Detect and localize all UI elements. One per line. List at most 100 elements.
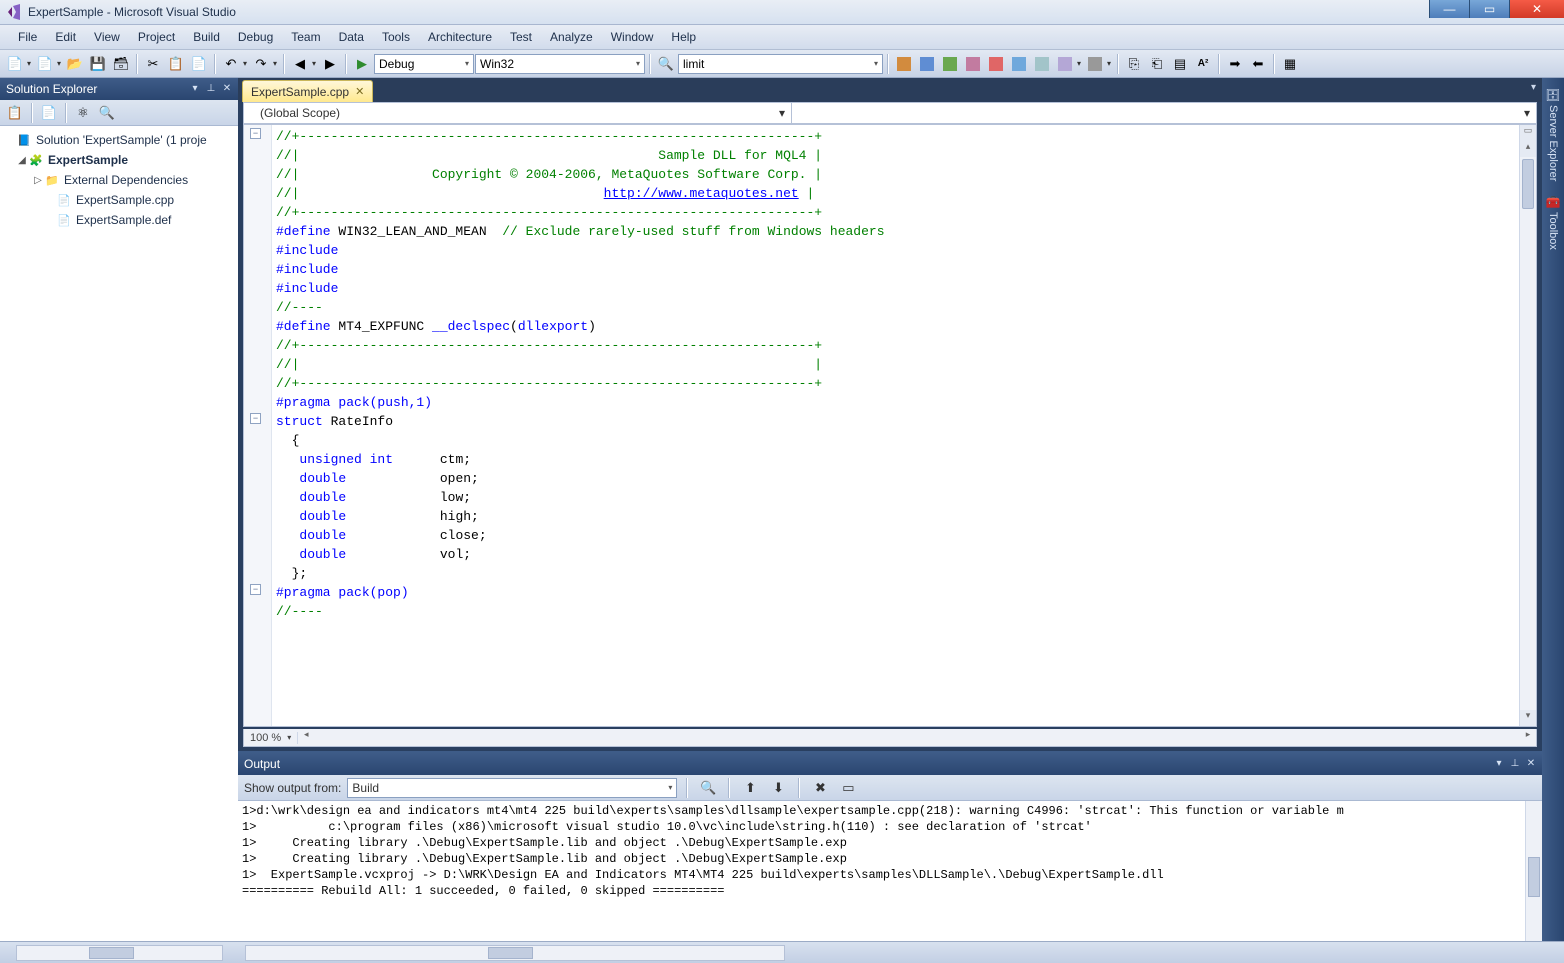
menu-file[interactable]: File xyxy=(10,28,45,46)
paste-icon[interactable]: 📄 xyxy=(188,53,210,75)
editor-hscrollbar[interactable]: ◂ ▸ xyxy=(298,729,1536,746)
tree-project-node[interactable]: ◢🧩 ExpertSample xyxy=(0,150,238,170)
menu-view[interactable]: View xyxy=(86,28,128,46)
panel-pin-icon[interactable]: ⊥ xyxy=(1507,755,1523,771)
fold-icon[interactable]: − xyxy=(250,413,261,424)
tb-text-a2[interactable]: A² xyxy=(1192,53,1214,75)
menu-tools[interactable]: Tools xyxy=(374,28,418,46)
show-from-combo[interactable]: Build▾ xyxy=(347,778,677,798)
tree-file-node[interactable]: 📄 ExpertSample.def xyxy=(0,210,238,230)
tb-icon-d[interactable] xyxy=(962,53,984,75)
menu-data[interactable]: Data xyxy=(331,28,372,46)
menu-architecture[interactable]: Architecture xyxy=(420,28,500,46)
se-view-code-icon[interactable]: 🔍 xyxy=(96,102,118,124)
menu-team[interactable]: Team xyxy=(283,28,328,46)
find-combo[interactable]: limit▾ xyxy=(678,54,883,74)
nav-fwd-icon[interactable]: ▶ xyxy=(319,53,341,75)
tb-icon-c[interactable] xyxy=(939,53,961,75)
outdent-icon[interactable]: ⬅ xyxy=(1247,53,1269,75)
member-combo[interactable]: ▾ xyxy=(792,103,1536,123)
tree-solution-node[interactable]: 📘 Solution 'ExpertSample' (1 proje xyxy=(0,130,238,150)
fold-icon[interactable]: − xyxy=(250,584,261,595)
tree-file-node[interactable]: 📄 ExpertSample.cpp xyxy=(0,190,238,210)
output-text[interactable]: 1>d:\wrk\design ea and indicators mt4\mt… xyxy=(238,801,1542,941)
scroll-down-icon[interactable]: ▾ xyxy=(1520,710,1536,726)
editor-gutter[interactable]: − − − xyxy=(244,125,272,726)
panel-menu-icon[interactable]: ▾ xyxy=(187,80,203,96)
panel-close-icon[interactable]: ✕ xyxy=(219,80,235,96)
out-clear-icon[interactable]: ✖ xyxy=(809,777,831,799)
document-tab-active[interactable]: ExpertSample.cpp ✕ xyxy=(242,80,373,102)
config-combo[interactable]: Debug▾ xyxy=(374,54,474,74)
scroll-left-icon[interactable]: ◂ xyxy=(298,729,314,746)
save-all-icon[interactable]: 🗃 xyxy=(110,53,132,75)
close-button[interactable]: ✕ xyxy=(1509,0,1564,18)
tree-folder-node[interactable]: ▷📁 External Dependencies xyxy=(0,170,238,190)
tb-icon-g[interactable] xyxy=(1031,53,1053,75)
maximize-button[interactable]: ▭ xyxy=(1469,0,1509,18)
open-file-icon[interactable]: 📂 xyxy=(64,53,86,75)
minimize-button[interactable]: — xyxy=(1429,0,1469,18)
add-item-icon[interactable]: 📄 xyxy=(34,53,56,75)
tb-icon-a[interactable] xyxy=(893,53,915,75)
menu-test[interactable]: Test xyxy=(502,28,540,46)
copy-icon[interactable]: 📋 xyxy=(165,53,187,75)
scope-combo[interactable]: (Global Scope)▾ xyxy=(244,103,792,123)
menu-project[interactable]: Project xyxy=(130,28,183,46)
code-editor[interactable]: − − − //+-------------------------------… xyxy=(243,124,1537,727)
tb-icon-end[interactable]: ▦ xyxy=(1279,53,1301,75)
tab-menu-icon[interactable]: ▾ xyxy=(1531,82,1536,93)
status-hscroll-1[interactable] xyxy=(16,945,223,961)
undo-icon[interactable]: ↶ xyxy=(220,53,242,75)
output-vscrollbar[interactable] xyxy=(1525,801,1542,941)
solution-explorer-header[interactable]: Solution Explorer ▾ ⊥ ✕ xyxy=(0,78,238,100)
indent-icon[interactable]: ➡ xyxy=(1224,53,1246,75)
panel-menu-icon[interactable]: ▾ xyxy=(1491,755,1507,771)
out-wrap-icon[interactable]: ▭ xyxy=(837,777,859,799)
tb-icon-b[interactable] xyxy=(916,53,938,75)
scroll-right-icon[interactable]: ▸ xyxy=(1520,729,1536,746)
status-hscroll-2[interactable] xyxy=(245,945,785,961)
panel-pin-icon[interactable]: ⊥ xyxy=(203,80,219,96)
uncomment-icon[interactable]: ⎗ xyxy=(1146,53,1168,75)
out-prev-icon[interactable]: ⬆ xyxy=(739,777,761,799)
tb-icon-i[interactable] xyxy=(1084,53,1106,75)
scroll-up-icon[interactable]: ▴ xyxy=(1520,141,1536,157)
redo-icon[interactable]: ↷ xyxy=(250,53,272,75)
tb-icon-e[interactable] xyxy=(985,53,1007,75)
cut-icon[interactable]: ✂ xyxy=(142,53,164,75)
menu-window[interactable]: Window xyxy=(603,28,662,46)
tb-icon-f[interactable] xyxy=(1008,53,1030,75)
scroll-thumb[interactable] xyxy=(1522,159,1534,209)
start-debug-icon[interactable]: ▶ xyxy=(351,53,373,75)
menu-build[interactable]: Build xyxy=(185,28,228,46)
bookmark-icon[interactable]: ▤ xyxy=(1169,53,1191,75)
save-icon[interactable]: 💾 xyxy=(87,53,109,75)
menu-analyze[interactable]: Analyze xyxy=(542,28,601,46)
fold-icon[interactable]: − xyxy=(250,128,261,139)
panel-close-icon[interactable]: ✕ xyxy=(1523,755,1539,771)
scroll-split-icon[interactable]: ▭ xyxy=(1520,125,1536,141)
solution-tree[interactable]: 📘 Solution 'ExpertSample' (1 proje ◢🧩 Ex… xyxy=(0,126,238,941)
find-in-files-icon[interactable]: 🔍 xyxy=(655,53,677,75)
menu-debug[interactable]: Debug xyxy=(230,28,281,46)
out-next-icon[interactable]: ⬇ xyxy=(767,777,789,799)
nav-back-icon[interactable]: ◀ xyxy=(289,53,311,75)
se-show-all-icon[interactable]: 📄 xyxy=(38,102,60,124)
collapse-icon[interactable]: ◢ xyxy=(16,155,28,166)
se-refresh-icon[interactable]: ⚛ xyxy=(72,102,94,124)
se-properties-icon[interactable]: 📋 xyxy=(4,102,26,124)
editor-vscrollbar[interactable]: ▭ ▴ ▾ xyxy=(1519,125,1536,726)
menu-edit[interactable]: Edit xyxy=(47,28,84,46)
output-header[interactable]: Output ▾ ⊥ ✕ xyxy=(238,753,1542,775)
zoom-combo[interactable]: 100 %▾ xyxy=(244,732,298,744)
server-explorer-tab[interactable]: 🗄Server Explorer xyxy=(1543,82,1562,187)
comment-icon[interactable]: ⎘ xyxy=(1123,53,1145,75)
code-content[interactable]: //+-------------------------------------… xyxy=(272,125,1519,726)
menu-help[interactable]: Help xyxy=(663,28,704,46)
expand-icon[interactable]: ▷ xyxy=(32,175,44,186)
new-project-icon[interactable]: 📄 xyxy=(4,53,26,75)
toolbox-tab[interactable]: 🧰Toolbox xyxy=(1544,189,1563,256)
out-find-icon[interactable]: 🔍 xyxy=(697,777,719,799)
tab-close-icon[interactable]: ✕ xyxy=(355,85,364,98)
